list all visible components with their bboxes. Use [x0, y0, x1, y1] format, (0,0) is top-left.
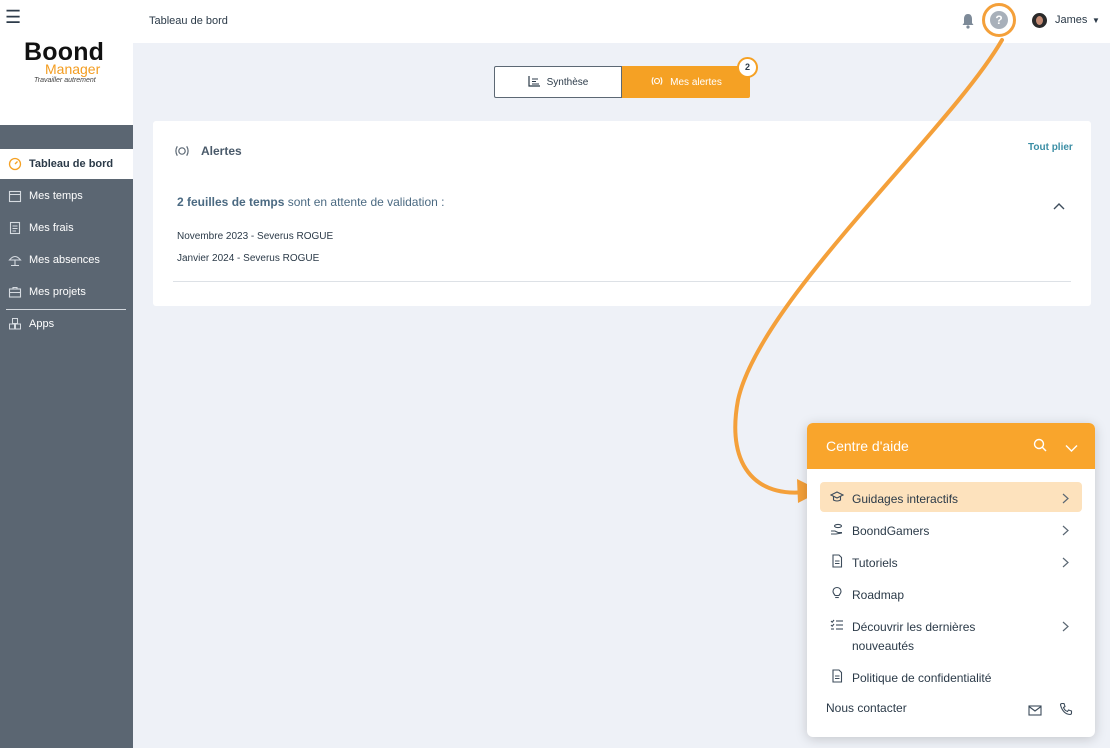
user-name[interactable]: James: [1055, 14, 1087, 26]
chevron-right-icon: [1062, 523, 1069, 541]
help-item-label-line1: Découvrir les dernières: [852, 620, 976, 634]
bell-icon[interactable]: [961, 13, 975, 34]
beach-umbrella-icon: [0, 253, 29, 267]
tab-label: Mes alertes: [670, 76, 722, 88]
alert-signal-icon: [650, 75, 664, 90]
chevron-right-icon: [1062, 555, 1069, 573]
phone-icon[interactable]: [1059, 702, 1073, 721]
tab-mes-alertes[interactable]: Mes alertes: [622, 66, 750, 98]
avatar[interactable]: [1032, 13, 1047, 28]
chevron-down-icon[interactable]: [1065, 440, 1078, 458]
logo-subtitle: Manager: [45, 61, 101, 77]
receipt-icon: [0, 221, 29, 235]
help-icon[interactable]: ?: [990, 11, 1008, 29]
help-item-roadmap[interactable]: Roadmap: [820, 578, 1082, 608]
help-item-boondgamers[interactable]: BoondGamers: [820, 514, 1082, 544]
divider: [173, 281, 1071, 282]
alert-heading-text: sont en attente de validation :: [284, 195, 445, 209]
logo-tagline: Travailler autrement: [34, 77, 96, 84]
sidebar-item-tableau-de-bord[interactable]: Tableau de bord: [0, 149, 133, 179]
page-title: Tableau de bord: [149, 15, 228, 27]
alert-row[interactable]: Novembre 2023 - Severus ROGUE: [177, 231, 333, 242]
hamburger-menu-icon[interactable]: ☰: [5, 8, 21, 26]
sidebar-item-label: Mes absences: [29, 254, 100, 266]
help-item-label: Tutoriels: [852, 556, 898, 570]
mail-icon[interactable]: [1028, 703, 1042, 721]
sidebar-item-label: Mes temps: [29, 190, 83, 202]
graduation-cap-icon: [829, 490, 845, 509]
sidebar-item-label: Apps: [29, 318, 55, 330]
view-tabs: Synthèse Mes alertes: [494, 66, 750, 98]
tab-synthese[interactable]: Synthèse: [494, 66, 622, 98]
logo-area: ☰ Boond Manager Travailler autrement: [0, 0, 133, 125]
alert-count-text: 2 feuilles de temps: [177, 195, 285, 209]
tab-label: Synthèse: [546, 76, 589, 88]
hand-coins-icon: [830, 522, 844, 541]
document-icon: [830, 554, 844, 573]
alert-group-heading[interactable]: 2 feuilles de temps sont en attente de v…: [177, 195, 445, 209]
sidebar-item-mes-absences[interactable]: Mes absences: [0, 245, 133, 275]
caret-down-icon[interactable]: ▼: [1092, 16, 1100, 25]
dashboard-icon: [0, 157, 29, 171]
help-item-decouvrir-nouveautes[interactable]: Découvrir les dernières nouveautés: [820, 610, 1082, 658]
sidebar-item-mes-frais[interactable]: Mes frais: [0, 213, 133, 243]
collapse-all-link[interactable]: Tout plier: [1028, 142, 1073, 153]
sidebar-item-label: Mes projets: [29, 286, 86, 298]
help-item-tutoriels[interactable]: Tutoriels: [820, 546, 1082, 576]
checklist-icon: [830, 618, 844, 637]
help-item-label: BoondGamers: [852, 524, 930, 538]
chevron-right-icon: [1062, 619, 1069, 637]
chevron-right-icon: [1062, 491, 1069, 509]
document-icon: [830, 669, 844, 688]
help-item-label: Politique de confidentialité: [852, 671, 992, 685]
sidebar-item-apps[interactable]: Apps: [0, 309, 133, 339]
sidebar-item-label: Mes frais: [29, 222, 74, 234]
help-item-label: Guidages interactifs: [852, 492, 959, 506]
search-icon[interactable]: [1033, 438, 1047, 457]
help-item-label-line2: nouveautés: [852, 639, 915, 653]
sidebar-item-mes-temps[interactable]: Mes temps: [0, 181, 133, 211]
contact-label: Nous contacter: [826, 701, 907, 715]
alert-row[interactable]: Janvier 2024 - Severus ROGUE: [177, 253, 319, 264]
lightbulb-icon: [830, 586, 844, 605]
calendar-icon: [0, 189, 29, 203]
alerts-card: Alertes Tout plier 2 feuilles de temps s…: [153, 121, 1091, 306]
help-item-label: Découvrir les dernières nouveautés: [852, 618, 975, 656]
bar-chart-icon: [528, 75, 541, 90]
help-center-title: Centre d'aide: [826, 438, 909, 454]
help-item-label: Roadmap: [852, 588, 905, 602]
briefcase-icon: [0, 285, 29, 299]
sidebar-item-mes-projets[interactable]: Mes projets: [0, 277, 133, 307]
top-bar: Tableau de bord ? James ▼: [133, 0, 1110, 43]
sidebar-item-label: Tableau de bord: [29, 158, 114, 170]
help-item-guidages-interactifs[interactable]: Guidages interactifs: [820, 482, 1082, 512]
alerts-count-badge: 2: [737, 57, 758, 78]
help-center-header: Centre d'aide: [807, 423, 1095, 469]
chevron-up-icon[interactable]: [1053, 197, 1065, 215]
alerts-title: Alertes: [201, 144, 242, 158]
help-center-panel: Centre d'aide Guidages interactifs Boond…: [807, 423, 1095, 737]
sidebar: ☰ Boond Manager Travailler autrement Tab…: [0, 0, 133, 748]
help-item-politique-confidentialite[interactable]: Politique de confidentialité: [820, 661, 1082, 691]
apps-cubes-icon: [0, 317, 29, 331]
alert-signal-icon: [173, 144, 191, 163]
